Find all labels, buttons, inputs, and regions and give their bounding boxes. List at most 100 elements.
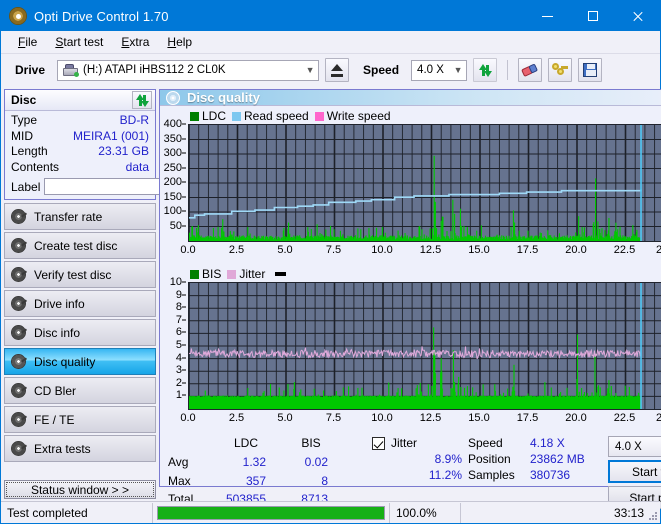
sidebar-item-label: Create test disc — [34, 238, 118, 253]
x-tick-label: 15.0 — [468, 244, 490, 256]
toolbar: Drive (H:) ATAPI iHBS112 2 CL0K ▼ Speed … — [1, 54, 660, 86]
menu-file-label: ile — [25, 35, 38, 49]
position-stat-value: 23862 MB — [530, 452, 585, 466]
menu-bar: File Start test Extra Help — [1, 31, 660, 54]
y-tick-mark — [182, 181, 186, 183]
disc-row-contents-value: data — [125, 159, 149, 174]
x-tick-label: 2.5 — [228, 244, 245, 256]
menu-file[interactable]: File — [9, 33, 46, 51]
stats-max-ldc: 357 — [245, 473, 266, 488]
disc-icon — [11, 441, 26, 456]
drive-icon — [63, 63, 80, 77]
maximize-button[interactable] — [570, 1, 615, 31]
y-tick-mark — [182, 152, 186, 154]
toolbar-separator — [507, 60, 509, 80]
disc-row-length-value: 23.31 GB — [98, 144, 149, 158]
sidebar-item-disc-info[interactable]: Disc info — [4, 319, 156, 346]
sidebar-item-fe-te[interactable]: FE / TE — [4, 406, 156, 433]
disc-row-mid: MID MEIRA1 (001) — [11, 129, 149, 145]
jitter-max-value: 11.2% — [428, 468, 462, 482]
disc-icon — [11, 383, 26, 398]
x-tick-label: 17.5 — [516, 412, 539, 424]
jitter-column: Jitter 8.9% 11.2% — [348, 436, 468, 509]
disc-row-type-value: BD-R — [119, 113, 149, 127]
main-area: Disc quality LDC Read speed Write speed … — [159, 86, 661, 509]
measurement-column: Speed 4.18 X Position 23862 MB Samples 3… — [468, 436, 608, 509]
speed-select[interactable]: 4.0 X ▼ — [411, 59, 468, 81]
sidebar-item-create-test-disc[interactable]: Create test disc — [4, 232, 156, 259]
sidebar-item-cd-bler[interactable]: CD Bler — [4, 377, 156, 404]
keys-button[interactable] — [548, 58, 573, 82]
legend-bottom-chart: BIS Jitter — [160, 264, 661, 282]
position-stat-label: Position — [468, 452, 511, 466]
nav-list: Transfer rate Create test disc Verify te… — [4, 203, 156, 462]
x-tick-label: 2.5 — [228, 412, 245, 424]
sidebar-item-extra-tests[interactable]: Extra tests — [4, 435, 156, 462]
stats-table: LDC BIS Avg 1.32 0.02 Max 357 8 Total 50… — [160, 436, 342, 509]
legend-top-chart: LDC Read speed Write speed — [160, 106, 661, 124]
menu-help[interactable]: Help — [158, 33, 201, 51]
status-bar: Test completed 100.0% 33:13 — [1, 501, 660, 523]
disc-icon — [11, 209, 26, 224]
y-tick-mark — [182, 331, 186, 333]
legend-swatch-ldc — [190, 111, 199, 121]
x-tick-label: 17.5 — [516, 244, 539, 256]
sidebar-item-label: CD Bler — [34, 383, 77, 398]
stats-row-avg-label: Avg — [168, 454, 189, 469]
x-tick-label: 10.0 — [371, 244, 393, 256]
stats-panel: LDC BIS Avg 1.32 0.02 Max 357 8 Total 50… — [160, 432, 661, 511]
eject-icon — [330, 63, 344, 77]
sidebar-item-transfer-rate[interactable]: Transfer rate — [4, 203, 156, 230]
drive-select[interactable]: (H:) ATAPI iHBS112 2 CL0K ▼ — [57, 59, 320, 81]
refresh-button[interactable] — [473, 58, 498, 82]
eject-button[interactable] — [325, 58, 350, 82]
status-window-button[interactable]: Status window > > — [4, 480, 156, 499]
x-tick-label: 0.0 — [180, 244, 196, 256]
progress-percent: 100.0% — [389, 502, 461, 523]
jitter-avg-value: 8.9% — [434, 452, 462, 466]
chart-bis-jitter[interactable]: 12345678910 4%8%12%16%20% 0.02.55.07.510… — [160, 276, 661, 432]
close-icon — [632, 11, 643, 22]
jitter-label: Jitter — [391, 436, 418, 450]
sidebar-item-verify-test-disc[interactable]: Verify test disc — [4, 261, 156, 288]
window-title: Opti Drive Control 1.70 — [34, 8, 169, 24]
speed-select-value: 4.0 X — [417, 64, 444, 76]
sidebar-item-disc-quality[interactable]: Disc quality — [4, 348, 156, 375]
sidebar-item-drive-info[interactable]: Drive info — [4, 290, 156, 317]
x-tick-label: 20.0 — [565, 244, 587, 256]
legend-swatch-read-speed — [232, 111, 242, 121]
stats-max-bis: 8 — [321, 473, 328, 488]
samples-stat-value: 380736 — [530, 468, 571, 482]
plot-bot-svg — [189, 283, 661, 409]
y-tick-mark — [182, 167, 186, 168]
disc-label-key: Label — [11, 179, 41, 194]
speed-label: Speed — [363, 63, 400, 77]
jitter-checkbox[interactable] — [372, 436, 385, 450]
x-tick-label: 12.5 — [419, 412, 442, 424]
save-button[interactable] — [578, 58, 603, 82]
disc-icon — [11, 325, 26, 340]
chart-ldc-readspeed[interactable]: 50100150200250300350400 2 X4 X6 X8 X10 X… — [160, 118, 661, 264]
x-tick-label: 0.0 — [180, 412, 196, 424]
disc-icon — [11, 238, 26, 253]
y-tick-mark — [182, 344, 186, 346]
menu-start-test[interactable]: Start test — [46, 33, 112, 51]
samples-stat-label: Samples — [468, 468, 515, 482]
start-full-button[interactable]: Start full — [608, 460, 661, 483]
erase-button[interactable] — [518, 58, 543, 82]
chart-top-yaxis-labels: 50 100 150 200 250 300 350 400 — [160, 118, 186, 242]
menu-help-label: elp — [176, 35, 193, 49]
disc-refresh-button[interactable] — [132, 91, 152, 109]
minimize-button[interactable] — [525, 1, 570, 31]
stats-header-bis: BIS — [301, 436, 321, 450]
test-speed-select[interactable]: 4.0 X ▼ — [608, 436, 661, 457]
application-window: Opti Drive Control 1.70 File Start test … — [0, 0, 661, 524]
legend-swatch-write-speed — [314, 111, 324, 121]
resize-grip[interactable] — [647, 510, 658, 521]
legend-item-read-speed: Read speed — [232, 109, 309, 123]
x-tick-label: 7.5 — [325, 412, 342, 424]
disc-quality-panel: Disc quality LDC Read speed Write speed … — [159, 89, 661, 509]
close-button[interactable] — [615, 1, 660, 31]
disc-row-contents: Contents data — [11, 160, 149, 176]
menu-extra[interactable]: Extra — [112, 33, 158, 51]
